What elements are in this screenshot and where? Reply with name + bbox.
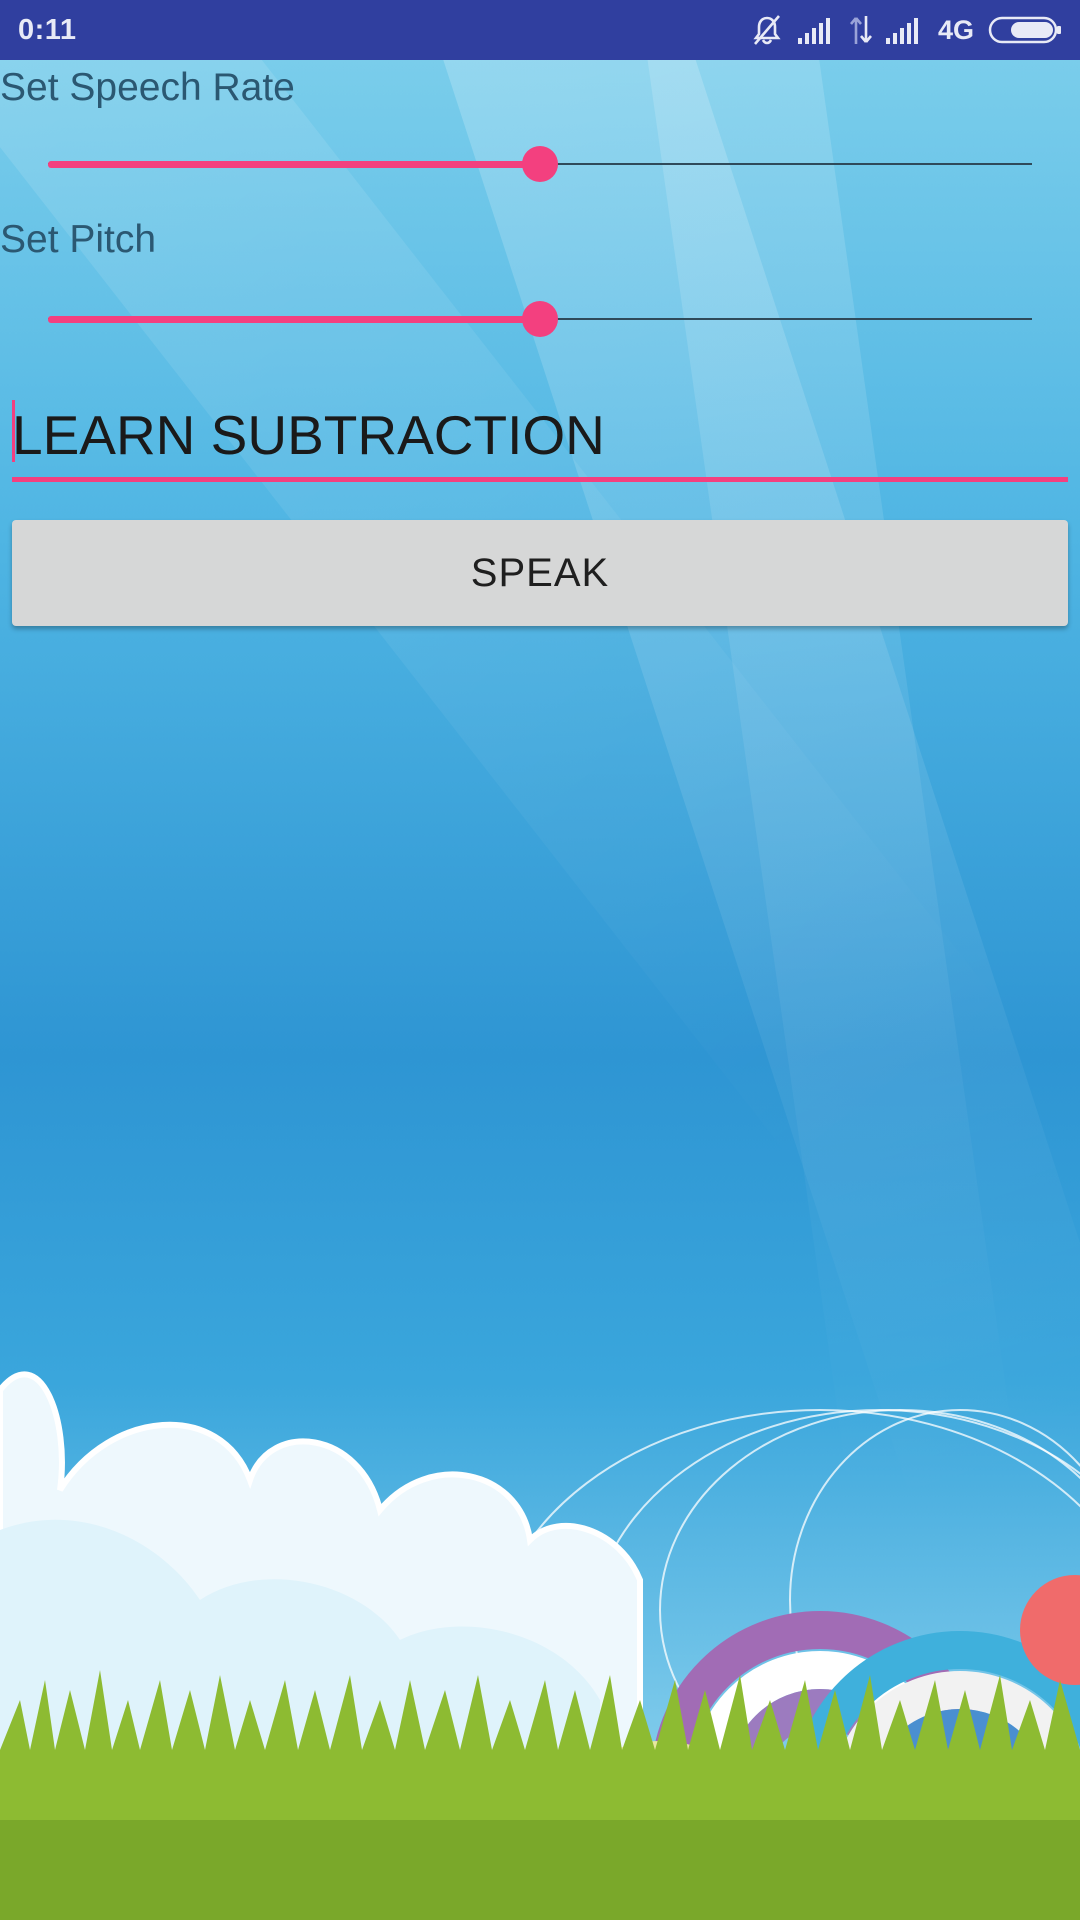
speech-text-input[interactable]: LEARN SUBTRACTION [12, 392, 1068, 482]
data-transfer-icon [849, 14, 872, 46]
status-time: 0:11 [18, 13, 77, 46]
status-icons: 4G [750, 13, 1062, 47]
speech-text-value: LEARN SUBTRACTION [12, 404, 605, 466]
slider-fill [48, 316, 540, 323]
signal-icon [885, 16, 924, 44]
pitch-slider[interactable] [48, 299, 1032, 339]
signal-icon [797, 16, 836, 44]
notifications-off-icon [750, 13, 784, 47]
network-type: 4G [937, 14, 974, 45]
background-scenery [0, 1371, 1080, 1920]
slider-thumb[interactable] [522, 146, 558, 182]
battery-icon [988, 15, 1062, 45]
slider-thumb[interactable] [522, 301, 558, 337]
speech-rate-label: Set Speech Rate [0, 66, 295, 109]
status-bar: 0:11 4G [0, 0, 1080, 60]
pitch-label: Set Pitch [0, 218, 157, 261]
speak-button[interactable]: SPEAK [12, 520, 1068, 626]
speech-rate-slider[interactable] [48, 144, 1032, 184]
slider-fill [48, 161, 540, 168]
